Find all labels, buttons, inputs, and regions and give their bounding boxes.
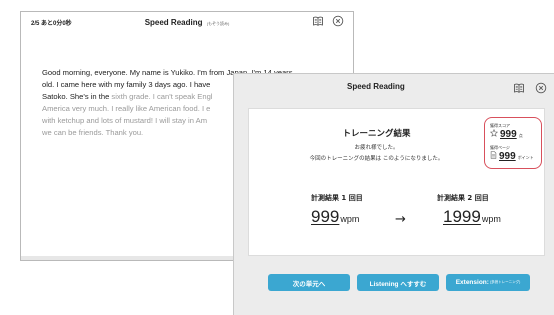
results-card: トレーニング結果 お疲れ様でした。 今回のトレーニングの結果は このようになりま… bbox=[248, 108, 545, 256]
text-line-2-main: old. I came here with my family 3 days a… bbox=[42, 80, 211, 89]
score-value: 999 bbox=[500, 129, 517, 140]
score-unit: 点 bbox=[518, 133, 523, 138]
text-line-3-main: Satoko. She's in the bbox=[42, 92, 112, 101]
reading-title-sub: (もぞう読み) bbox=[206, 20, 230, 26]
measure-2-label: 計測結果 2 回目 bbox=[437, 194, 489, 202]
progress-counter: 2/5 あと0分0秒 bbox=[31, 20, 72, 27]
pages-row: 999 ポイント bbox=[490, 151, 534, 162]
next-unit-button[interactable]: 次の単元へ bbox=[268, 274, 350, 291]
measure-1-unit: wpm bbox=[340, 214, 360, 224]
measure-1-value: 999 wpm bbox=[311, 207, 359, 227]
close-icon[interactable] bbox=[332, 15, 344, 27]
reading-header: 2/5 あと0分0秒 Speed Reading (もぞう読み) bbox=[21, 12, 353, 32]
reading-title: Speed Reading (もぞう読み) bbox=[145, 18, 230, 27]
close-icon[interactable] bbox=[535, 82, 547, 94]
results-title: Speed Reading bbox=[347, 82, 405, 91]
measure-1-number: 999 bbox=[311, 207, 340, 226]
measure-2-value: 1999 wpm bbox=[443, 207, 501, 227]
text-line-6-dim: we can be friends. Thank you. bbox=[42, 128, 144, 137]
results-header-icons bbox=[513, 82, 547, 94]
text-line-5-dim: with ketchup and lots of mustard! I will… bbox=[42, 116, 208, 125]
reading-title-text: Speed Reading bbox=[144, 17, 203, 27]
screen: 2/5 あと0分0秒 Speed Reading (もぞう読み) Good mo… bbox=[0, 0, 554, 315]
results-window: Speed Reading トレーニング結果 お疲れ様でした。 今回のトレーニン… bbox=[233, 73, 554, 315]
reading-header-icons bbox=[312, 15, 344, 27]
book-icon[interactable] bbox=[312, 15, 324, 27]
extension-sub-label: (多読トレーニング) bbox=[489, 280, 521, 284]
text-line-4-dim: America very much. I really like America… bbox=[42, 104, 211, 113]
pages-unit: ポイント bbox=[517, 155, 534, 160]
extension-label: Extension: bbox=[455, 279, 489, 286]
listening-button[interactable]: Listening へすすむ bbox=[357, 274, 439, 291]
measure-2-number: 1999 bbox=[443, 207, 481, 226]
measure-1-label: 計測結果 1 回目 bbox=[311, 194, 363, 202]
next-unit-label: 次の単元へ bbox=[292, 280, 326, 288]
page-icon bbox=[490, 151, 497, 159]
star-icon bbox=[490, 129, 498, 137]
extension-button[interactable]: Extension: (多読トレーニング) bbox=[446, 274, 530, 291]
score-box: 獲得スコア 999 点 獲得ページ 999 ポイント bbox=[484, 117, 542, 169]
measure-2-unit: wpm bbox=[481, 214, 501, 224]
pages-value: 999 bbox=[499, 151, 516, 162]
score-row: 999 点 bbox=[490, 129, 523, 140]
listening-label: Listening へすすむ bbox=[369, 280, 427, 288]
text-line-3-dim: sixth grade. I can't speak Engl bbox=[111, 92, 213, 101]
book-icon[interactable] bbox=[513, 82, 525, 94]
results-header: Speed Reading bbox=[234, 74, 554, 100]
arrow-right-icon: → bbox=[395, 212, 406, 227]
